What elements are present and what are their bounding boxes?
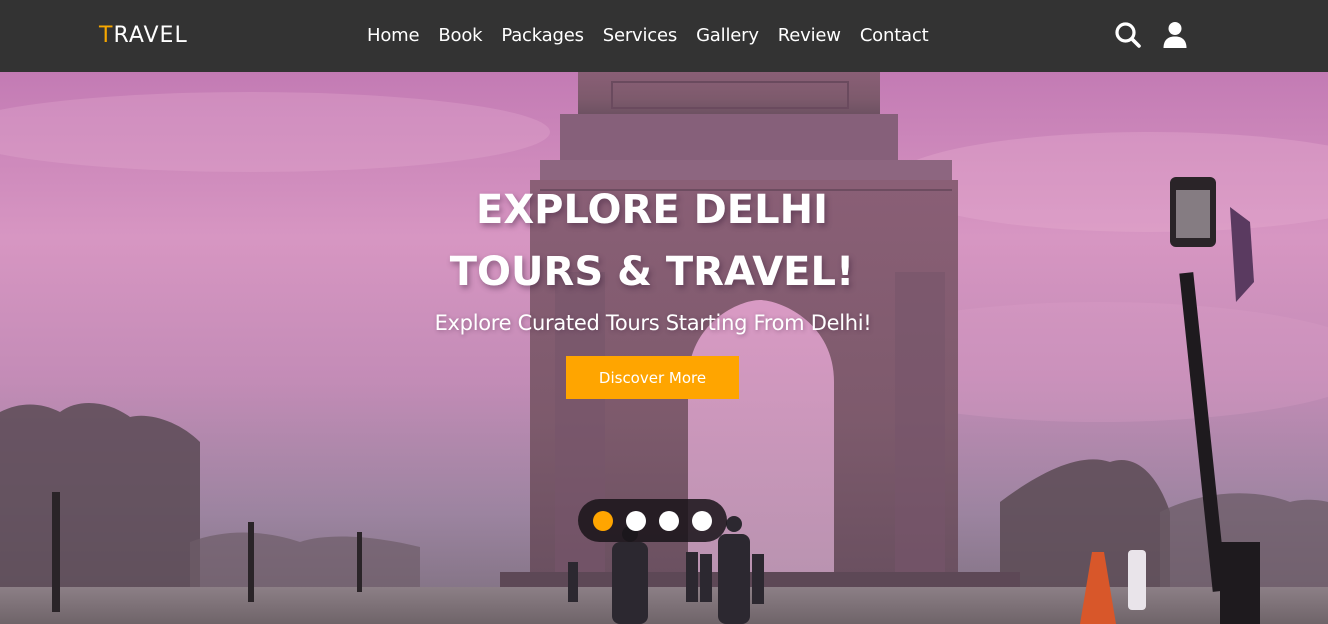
site-header: TRAVEL Home Book Packages Services Galle…	[0, 0, 1328, 72]
slider-dot-3[interactable]	[659, 510, 679, 531]
discover-more-button[interactable]: Discover More	[566, 356, 739, 399]
main-nav: Home Book Packages Services Gallery Revi…	[367, 22, 929, 50]
nav-home[interactable]: Home	[367, 22, 420, 50]
slider-pagination	[578, 499, 727, 542]
slider-dot-2[interactable]	[626, 510, 646, 531]
search-icon[interactable]	[1114, 21, 1142, 49]
nav-contact[interactable]: Contact	[860, 22, 929, 50]
nav-book[interactable]: Book	[438, 22, 482, 50]
logo-accent-letter: T	[99, 23, 114, 48]
hero-subtitle: Explore Curated Tours Starting From Delh…	[434, 311, 872, 335]
slider-dot-1[interactable]	[593, 510, 613, 531]
nav-gallery[interactable]: Gallery	[696, 22, 759, 50]
hero-title-line-2: TOURS & TRAVEL!	[449, 249, 855, 295]
nav-review[interactable]: Review	[778, 22, 841, 50]
logo-text: RAVEL	[113, 23, 188, 48]
slider-dot-4[interactable]	[692, 510, 712, 531]
hero-title-line-1: EXPLORE DELHI	[476, 187, 828, 233]
nav-services[interactable]: Services	[603, 22, 678, 50]
hero-banner: EXPLORE DELHI TOURS & TRAVEL! Explore Cu…	[0, 72, 1328, 624]
brand-logo[interactable]: TRAVEL	[99, 21, 188, 51]
user-icon[interactable]	[1162, 21, 1190, 49]
nav-packages[interactable]: Packages	[501, 22, 584, 50]
